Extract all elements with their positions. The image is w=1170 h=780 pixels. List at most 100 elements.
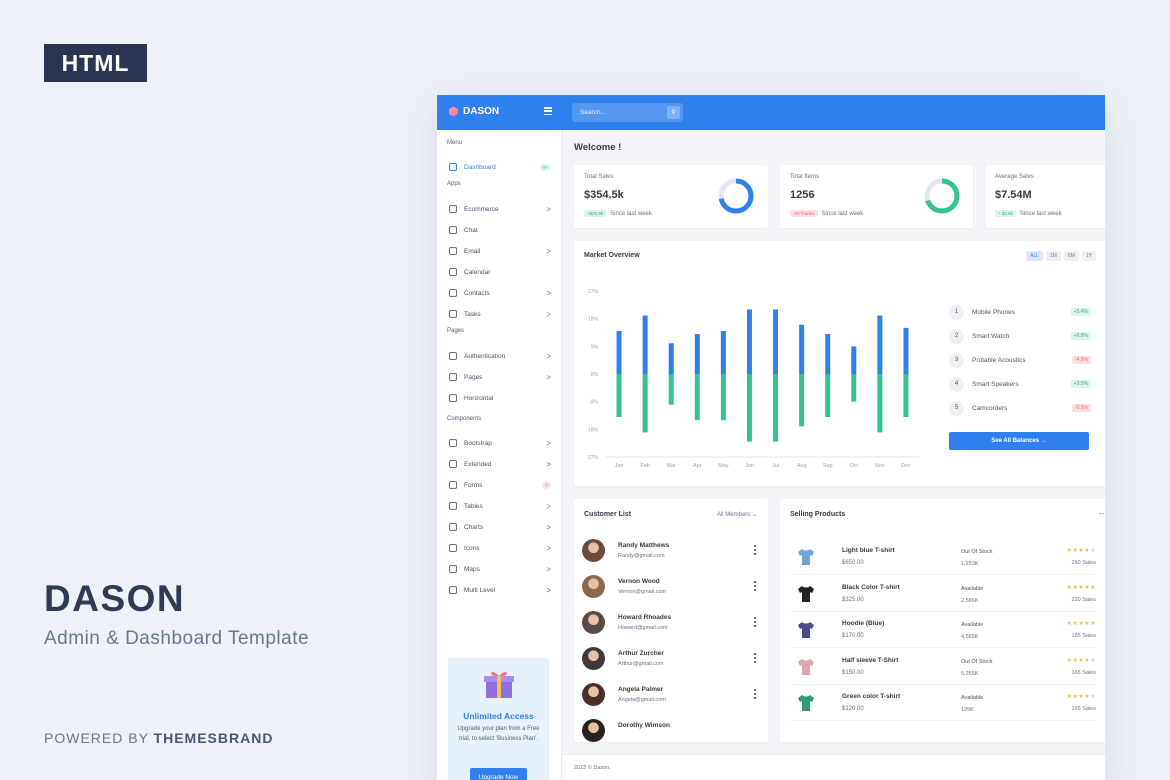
sidebar-item-tasks[interactable]: Tasks > [449, 307, 551, 321]
table-row[interactable]: Green color T-shirt $120.00 Available 125K ★… [790, 685, 1096, 721]
see-all-balances-button[interactable]: See All Balances → [949, 432, 1089, 450]
stat-value: 1256 [790, 189, 815, 201]
sidebar-item-label: Contacts [464, 289, 490, 297]
rank-badge: 5 [949, 400, 964, 416]
chevron-right-icon: > [546, 543, 551, 553]
sidebar-item-multi-level[interactable]: Multi Level > [449, 583, 551, 597]
product-name: Smart Speakers [972, 380, 1019, 388]
x-tick-label: May [718, 463, 729, 469]
sidebar-item-ecommerce[interactable]: Ecommerce > [449, 202, 551, 216]
range-tab-all[interactable]: ALL [1026, 251, 1043, 261]
sidebar-item-label: Dashboard [464, 163, 496, 171]
more-vertical-icon[interactable] [754, 545, 757, 555]
range-tab-1y[interactable]: 1Y [1081, 251, 1096, 261]
briefcase-icon [449, 439, 457, 447]
upgrade-button[interactable]: Upgrade Now [470, 768, 527, 780]
cart-icon [449, 205, 457, 213]
list-item[interactable]: Randy Matthews Randy@gmail.com [582, 539, 760, 565]
sidebar-item-label: Bootstrap [464, 439, 492, 447]
more-vertical-icon[interactable] [754, 581, 757, 591]
more-options-icon[interactable]: ··· [1099, 509, 1105, 518]
rank-badge: 3 [949, 352, 964, 368]
customer-list-title: Customer List [584, 511, 632, 518]
powered-prefix: POWERED BY [44, 730, 149, 746]
table-row[interactable]: Half sleeve T-Shirt $150.00 Out Of Stock 5,… [790, 649, 1096, 685]
sidebar-item-contacts[interactable]: Contacts > [449, 286, 551, 300]
market-overview-card: Market Overview ALL 1M 6M 1Y 27% 18% 9% 0% -9% -… [574, 241, 1105, 486]
sidebar-item-dashboard[interactable]: Dashboard 9+ [449, 160, 551, 174]
bar-negative [720, 374, 726, 421]
footer-copyright: 2023 © Dason. [574, 765, 611, 771]
star-rating: ★★★★★ [1066, 548, 1096, 554]
sidebar-item-extended[interactable]: Extended > [449, 457, 551, 471]
gift-icon [449, 460, 457, 468]
pie-chart-icon [449, 523, 457, 531]
bar-negative [616, 374, 622, 418]
more-vertical-icon[interactable] [754, 653, 757, 663]
sidebar-item-email[interactable]: Email > [449, 244, 551, 258]
member-filter-value: All Members [716, 512, 751, 518]
table-row[interactable]: Black Color T-shirt $325.00 Available 2,586… [790, 576, 1096, 612]
sidebar-item-label: Chat [464, 226, 478, 234]
sidebar-item-tables[interactable]: Tables > [449, 499, 551, 513]
stock-count: 5,265K [961, 670, 979, 677]
sidebar-item-authentication[interactable]: Authentication > [449, 349, 551, 363]
rank-badge: 2 [949, 328, 964, 344]
sidebar-item-chat[interactable]: Chat [449, 223, 551, 237]
sales-count: 165 Sales [1071, 669, 1096, 676]
mail-icon [449, 247, 457, 255]
sidebar-item-maps[interactable]: Maps > [449, 562, 551, 576]
stat-card-total-sales: Total Sales $354.5k +$20.9k Since last w… [574, 165, 768, 228]
x-tick-label: Oct [850, 463, 859, 469]
customer-name: Angela Palmer [618, 686, 664, 693]
sidebar-item-charts[interactable]: Charts > [449, 520, 551, 534]
tshirt-shape [798, 658, 814, 675]
list-item[interactable]: Arthur Zurcher Arthur@gmail.com [582, 647, 760, 673]
more-vertical-icon[interactable] [754, 689, 757, 699]
sidebar-item-forms[interactable]: Forms 7 [449, 478, 551, 492]
y-tick-label: 27% [588, 289, 599, 295]
selling-products-title: Selling Products [790, 511, 846, 518]
sidebar-item-calendar[interactable]: Calendar [449, 265, 551, 279]
menu-toggle-icon[interactable] [544, 107, 552, 115]
more-vertical-icon[interactable] [754, 617, 757, 627]
see-all-label: See All Balances [991, 438, 1040, 444]
range-tab-6m[interactable]: 6M [1063, 251, 1079, 261]
stat-chip: -29 Trades [790, 210, 818, 217]
table-row[interactable]: Hoodie (Blue) $170.00 Available 4,565K ★★★★★… [790, 612, 1096, 648]
logo[interactable]: DASON [449, 106, 499, 117]
list-item[interactable]: Dorothy Wimson [582, 719, 760, 742]
sidebar-item-icons[interactable]: Icons > [449, 541, 551, 555]
chevron-right-icon: > [546, 585, 551, 595]
range-tabs: ALL 1M 6M 1Y [1026, 251, 1096, 261]
promo-subtitle: Admin & Dashboard Template [44, 628, 310, 649]
sidebar-item-label: Ecommerce [464, 205, 499, 213]
customer-email: Arthur@gmail.com [618, 661, 664, 667]
x-tick-label: Nov [875, 463, 885, 469]
stat-value: $7.54M [995, 189, 1032, 201]
logo-text: DASON [463, 106, 500, 117]
list-item[interactable]: Vernon Wood Vernon@gmail.com [582, 575, 760, 601]
stat-foot: + $2.8k Since last week [995, 210, 1062, 217]
customer-name: Randy Matthews [618, 542, 670, 549]
stock-status: Available [961, 622, 984, 628]
search-button[interactable]: ⚲ [667, 106, 680, 119]
list-item[interactable]: Angela Palmer Angela@gmail.com [582, 683, 760, 709]
chevron-right-icon: > [546, 438, 551, 448]
x-tick-label: Sep [823, 463, 833, 469]
html-badge: HTML [44, 44, 147, 82]
tshirt-icon [798, 622, 814, 638]
range-tab-1m[interactable]: 1M [1045, 251, 1061, 261]
sidebar-item-horizontal[interactable]: Horizontal [449, 391, 551, 405]
avatar [582, 647, 605, 670]
search-icon: ⚲ [671, 110, 676, 116]
sidebar-item-bootstrap[interactable]: Bootstrap > [449, 436, 551, 450]
sidebar-item-pages[interactable]: Pages > [449, 370, 551, 384]
layers-icon [449, 352, 457, 360]
table-row[interactable]: Light blue T-shirt $650.00 Out Of Stock 1,2… [790, 539, 1096, 575]
search-input[interactable] [572, 103, 664, 122]
bar-positive [694, 334, 700, 374]
member-filter-dropdown[interactable]: All Members ⌄ [717, 511, 757, 518]
list-item[interactable]: Howard Rhoades Howard@gmail.com [582, 611, 760, 637]
product-name: Mobile Phones [972, 308, 1015, 316]
